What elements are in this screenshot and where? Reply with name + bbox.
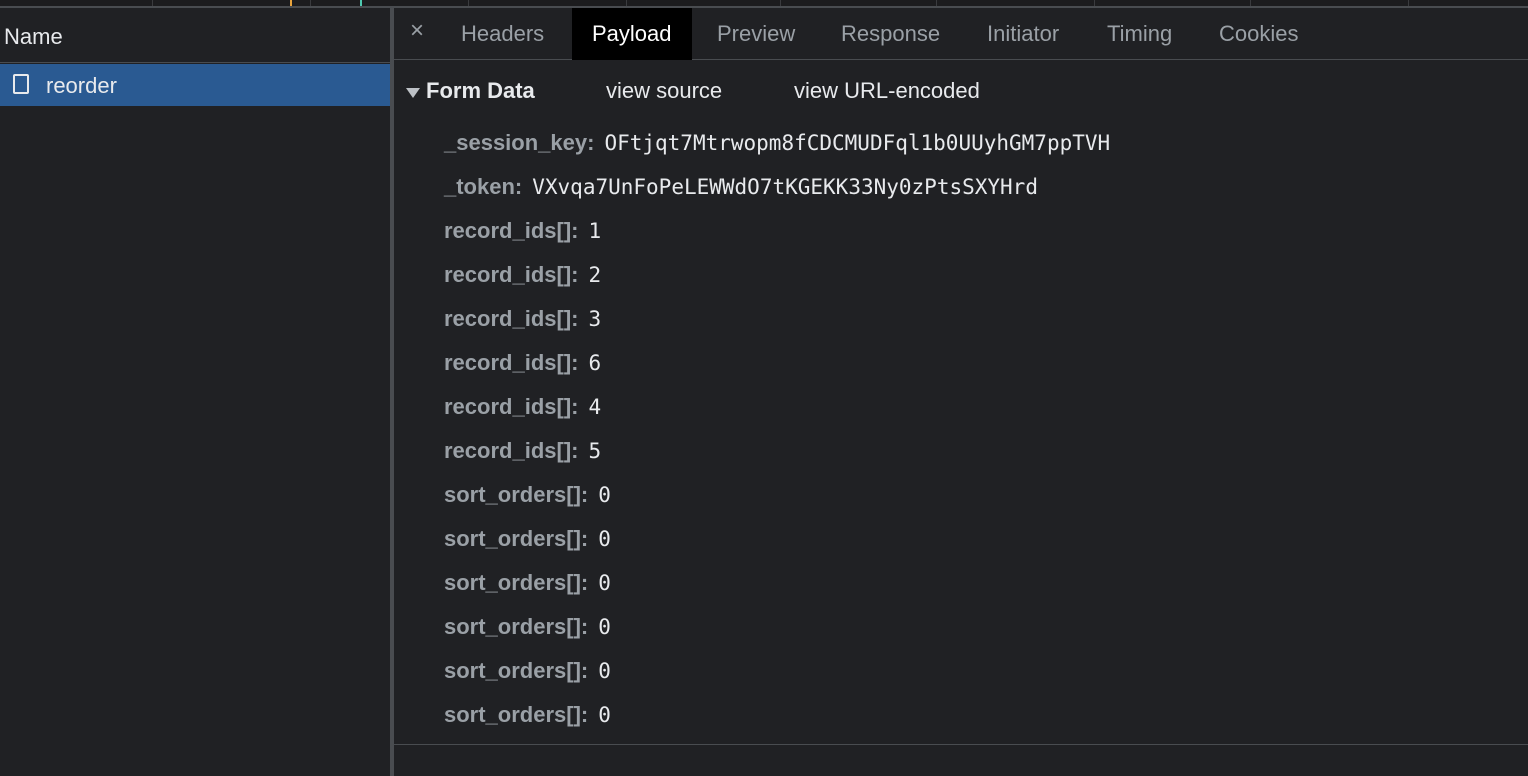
view-url-encoded-link[interactable]: view URL-encoded (794, 78, 980, 104)
field-key: sort_orders[]: (444, 614, 589, 639)
form-field-row: sort_orders[]: 0 (444, 570, 1110, 614)
form-field-row: record_ids[]: 4 (444, 394, 1110, 438)
field-key: sort_orders[]: (444, 702, 589, 727)
name-column-label: Name (4, 24, 63, 49)
field-key: sort_orders[]: (444, 526, 589, 551)
field-value[interactable]: 0 (598, 527, 611, 551)
field-value[interactable]: VXvqa7UnFoPeLEWWdO7tKGEKK33Ny0zPtsSXYHrd (532, 175, 1038, 199)
field-key: record_ids[]: (444, 306, 579, 331)
field-key: sort_orders[]: (444, 482, 589, 507)
form-field-row: sort_orders[]: 0 (444, 526, 1110, 570)
field-key: record_ids[]: (444, 438, 579, 463)
field-key: _session_key: (444, 130, 595, 155)
tab-initiator[interactable]: Initiator (987, 8, 1059, 60)
request-name: reorder (46, 73, 117, 98)
tab-preview[interactable]: Preview (717, 8, 795, 60)
tab-response[interactable]: Response (841, 8, 940, 60)
field-value[interactable]: OFtjqt7Mtrwopm8fCDCMUDFql1b0UUyhGM7ppTVH (604, 131, 1110, 155)
tab-payload[interactable]: Payload (572, 8, 692, 60)
field-value[interactable]: 0 (598, 615, 611, 639)
form-data-title: Form Data (426, 78, 535, 103)
document-icon (13, 74, 29, 94)
divider (394, 744, 1528, 745)
form-field-row: record_ids[]: 3 (444, 306, 1110, 350)
request-detail-pane: × Headers Payload Preview Response Initi… (394, 8, 1528, 776)
close-icon[interactable]: × (410, 19, 424, 43)
form-field-row: record_ids[]: 5 (444, 438, 1110, 482)
field-key: sort_orders[]: (444, 570, 589, 595)
request-list: Name reorder (0, 8, 390, 776)
field-value[interactable]: 1 (588, 219, 601, 243)
name-column-header[interactable]: Name (0, 8, 390, 63)
field-value[interactable]: 4 (588, 395, 601, 419)
field-key: _token: (444, 174, 523, 199)
field-key: sort_orders[]: (444, 658, 589, 683)
devtools-network-panel: Name reorder × Headers Payload Preview R… (0, 0, 1528, 776)
field-value[interactable]: 6 (588, 351, 601, 375)
field-value[interactable]: 0 (598, 483, 611, 507)
form-field-row: sort_orders[]: 0 (444, 702, 1110, 746)
form-field-row: record_ids[]: 2 (444, 262, 1110, 306)
field-value[interactable]: 3 (588, 307, 601, 331)
form-field-row: _token: VXvqa7UnFoPeLEWWdO7tKGEKK33Ny0zPt… (444, 174, 1110, 218)
form-field-row: record_ids[]: 6 (444, 350, 1110, 394)
field-key: record_ids[]: (444, 262, 579, 287)
request-row-reorder[interactable]: reorder (0, 64, 390, 106)
form-field-row: _session_key: OFtjqt7Mtrwopm8fCDCMUDFql1b… (444, 130, 1110, 174)
form-field-row: record_ids[]: 1 (444, 218, 1110, 262)
form-data-fields: _session_key: OFtjqt7Mtrwopm8fCDCMUDFql1b… (444, 130, 1110, 746)
form-field-row: sort_orders[]: 0 (444, 658, 1110, 702)
form-field-row: sort_orders[]: 0 (444, 482, 1110, 526)
detail-tabbar: × Headers Payload Preview Response Initi… (394, 8, 1528, 60)
triangle-down-icon (406, 88, 420, 98)
field-value[interactable]: 0 (598, 659, 611, 683)
field-key: record_ids[]: (444, 394, 579, 419)
tab-cookies[interactable]: Cookies (1219, 8, 1298, 60)
field-value[interactable]: 2 (588, 263, 601, 287)
tab-headers[interactable]: Headers (461, 8, 544, 60)
form-field-row: sort_orders[]: 0 (444, 614, 1110, 658)
field-value[interactable]: 5 (588, 439, 601, 463)
field-value[interactable]: 0 (598, 703, 611, 727)
tab-timing[interactable]: Timing (1107, 8, 1172, 60)
view-source-link[interactable]: view source (606, 78, 722, 104)
field-key: record_ids[]: (444, 218, 579, 243)
field-value[interactable]: 0 (598, 571, 611, 595)
field-key: record_ids[]: (444, 350, 579, 375)
